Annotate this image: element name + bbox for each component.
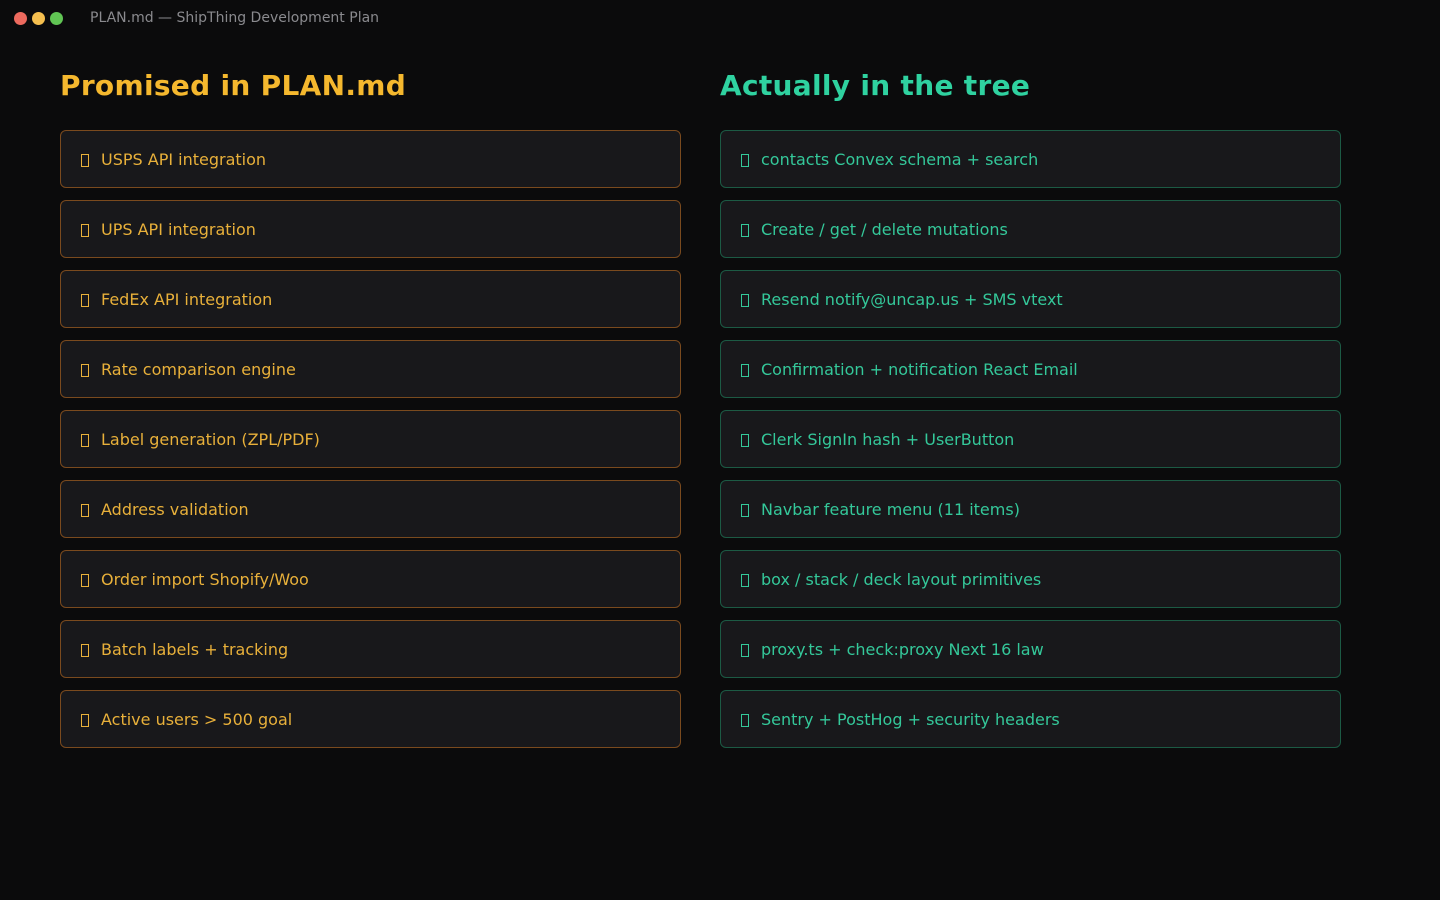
actual-item-label: contacts Convex schema + search — [761, 149, 1039, 169]
missing-glyph-icon — [81, 503, 89, 517]
missing-glyph-icon — [741, 363, 749, 377]
missing-glyph-icon — [81, 223, 89, 237]
promised-list: USPS API integration UPS API integration F… — [60, 130, 681, 748]
promised-item: UPS API integration — [60, 200, 681, 258]
actual-item: contacts Convex schema + search — [720, 130, 1341, 188]
missing-glyph-icon — [741, 223, 749, 237]
promised-item-label: Batch labels + tracking — [101, 639, 289, 659]
missing-glyph-icon — [81, 153, 89, 167]
actual-column: Actually in the tree contacts Convex sch… — [720, 66, 1341, 748]
actual-item: box / stack / deck layout primitives — [720, 550, 1341, 608]
promised-item-label: Rate comparison engine — [101, 359, 296, 379]
missing-glyph-icon — [741, 293, 749, 307]
missing-glyph-icon — [81, 363, 89, 377]
app-window: PLAN.md — ShipThing Development Plan Pro… — [0, 0, 1440, 900]
maximize-window-button[interactable] — [50, 12, 63, 25]
actual-item: Sentry + PostHog + security headers — [720, 690, 1341, 748]
actual-item-label: Resend notify@uncap.us + SMS vtext — [761, 289, 1063, 309]
actual-item: Confirmation + notification React Email — [720, 340, 1341, 398]
missing-glyph-icon — [741, 643, 749, 657]
missing-glyph-icon — [81, 573, 89, 587]
promised-item-label: Order import Shopify/Woo — [101, 569, 309, 589]
promised-item-label: FedEx API integration — [101, 289, 273, 309]
promised-item: Rate comparison engine — [60, 340, 681, 398]
missing-glyph-icon — [81, 643, 89, 657]
promised-item-label: Address validation — [101, 499, 249, 519]
promised-item: Active users > 500 goal — [60, 690, 681, 748]
actual-item-label: Confirmation + notification React Email — [761, 359, 1078, 379]
missing-glyph-icon — [741, 573, 749, 587]
missing-glyph-icon — [741, 153, 749, 167]
promised-heading: Promised in PLAN.md — [60, 69, 407, 102]
actual-item-label: box / stack / deck layout primitives — [761, 569, 1042, 589]
title-bar: PLAN.md — ShipThing Development Plan — [0, 0, 1440, 38]
promised-item-label: Label generation (ZPL/PDF) — [101, 429, 320, 449]
actual-item: proxy.ts + check:proxy Next 16 law — [720, 620, 1341, 678]
actual-item-label: Create / get / delete mutations — [761, 219, 1008, 239]
missing-glyph-icon — [741, 503, 749, 517]
window-title: PLAN.md — ShipThing Development Plan — [90, 10, 380, 26]
missing-glyph-icon — [81, 293, 89, 307]
promised-item: Address validation — [60, 480, 681, 538]
actual-item: Resend notify@uncap.us + SMS vtext — [720, 270, 1341, 328]
missing-glyph-icon — [81, 713, 89, 727]
actual-item: Clerk SignIn hash + UserButton — [720, 410, 1341, 468]
missing-glyph-icon — [81, 433, 89, 447]
promised-item: Order import Shopify/Woo — [60, 550, 681, 608]
actual-item-label: Clerk SignIn hash + UserButton — [761, 429, 1015, 449]
close-window-button[interactable] — [14, 12, 27, 25]
actual-heading: Actually in the tree — [720, 69, 1031, 102]
actual-item: Create / get / delete mutations — [720, 200, 1341, 258]
actual-item: Navbar feature menu (11 items) — [720, 480, 1341, 538]
promised-item: Label generation (ZPL/PDF) — [60, 410, 681, 468]
promised-item-label: USPS API integration — [101, 149, 267, 169]
promised-column: Promised in PLAN.md USPS API integration… — [60, 66, 681, 748]
promised-item: Batch labels + tracking — [60, 620, 681, 678]
missing-glyph-icon — [741, 713, 749, 727]
promised-item: FedEx API integration — [60, 270, 681, 328]
promised-item: USPS API integration — [60, 130, 681, 188]
promised-item-label: UPS API integration — [101, 219, 256, 239]
actual-list: contacts Convex schema + search Create / … — [720, 130, 1341, 748]
actual-item-label: Sentry + PostHog + security headers — [761, 709, 1060, 729]
promised-item-label: Active users > 500 goal — [101, 709, 293, 729]
minimize-window-button[interactable] — [32, 12, 45, 25]
actual-item-label: proxy.ts + check:proxy Next 16 law — [761, 639, 1044, 659]
missing-glyph-icon — [741, 433, 749, 447]
actual-item-label: Navbar feature menu (11 items) — [761, 499, 1020, 519]
